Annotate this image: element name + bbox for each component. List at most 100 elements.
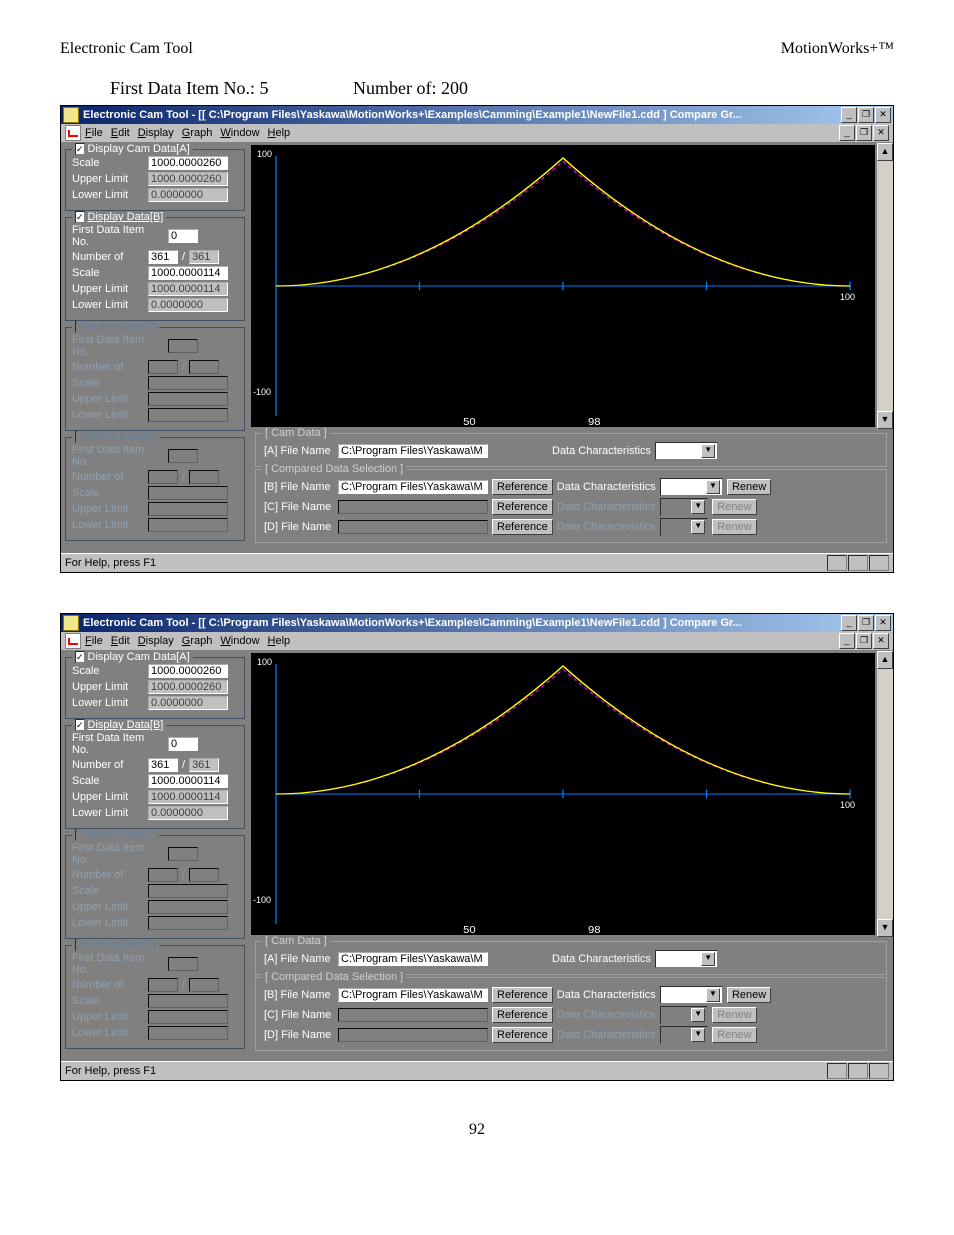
select-dc-a[interactable]: Position▼ xyxy=(655,442,718,460)
mdi-minimize[interactable]: _ xyxy=(839,633,855,649)
figure-caption: First Data Item No.: 5 Number of: 200 xyxy=(110,78,894,99)
label-lower-a: Lower Limit xyxy=(72,189,144,201)
label-d-file: [D] File Name xyxy=(264,521,334,533)
group-display-a: ✓Display Cam Data[A] Scale Upper Limit L… xyxy=(65,657,245,719)
checkbox-c[interactable] xyxy=(75,321,77,333)
doc-header-left: Electronic Cam Tool xyxy=(60,40,193,58)
input-num-b[interactable] xyxy=(148,250,178,264)
select-dc-b[interactable]: Position▼ xyxy=(660,986,723,1004)
checkbox-b[interactable]: ✓ xyxy=(75,719,85,731)
reference-b-button[interactable]: Reference xyxy=(492,479,553,495)
mdi-maximize[interactable]: ❐ xyxy=(856,633,872,649)
group-display-c: Display Data[C] First Data Item No. Numb… xyxy=(65,835,245,939)
input-lower-b xyxy=(148,298,228,312)
menu-graph[interactable]: Graph xyxy=(182,635,213,647)
legend-d: Display Data[D] xyxy=(80,431,156,443)
bottom-panel: [ Cam Data ] [A] File Name Data Characte… xyxy=(249,429,893,553)
input-b-file[interactable] xyxy=(338,988,488,1002)
label-upper-a: Upper Limit xyxy=(72,173,144,185)
menu-window[interactable]: Window xyxy=(220,635,259,647)
menu-edit[interactable]: Edit xyxy=(111,635,130,647)
label-first-b: First Data Item No. xyxy=(72,224,164,248)
input-upper-b xyxy=(148,282,228,296)
menu-help[interactable]: Help xyxy=(268,127,291,139)
close-button[interactable]: ✕ xyxy=(875,615,891,631)
cam-data-legend: [ Cam Data ] xyxy=(262,427,330,439)
reference-b-button[interactable]: Reference xyxy=(492,987,553,1003)
label-dc-b: Data Characteristics xyxy=(557,481,656,493)
group-display-d: Display Data[D] First Data Item No. Numb… xyxy=(65,945,245,1049)
input-a-file[interactable] xyxy=(338,444,488,458)
side-panel: ✓Display Cam Data[A] Scale Upper Limit L… xyxy=(61,651,249,1061)
select-dc-b[interactable]: Position▼ xyxy=(660,478,723,496)
caption-first-data: First Data Item No.: 5 xyxy=(110,78,268,98)
label-first-c: First Data Item No. xyxy=(72,334,164,358)
renew-b-button[interactable]: Renew xyxy=(727,479,771,495)
compared-legend: [ Compared Data Selection ] xyxy=(262,463,406,475)
checkbox-c[interactable] xyxy=(75,829,77,841)
legend-a: Display Cam Data[A] xyxy=(88,143,190,155)
legend-b: Display Data[B] xyxy=(88,211,164,223)
label-c-file: [C] File Name xyxy=(264,501,334,513)
reference-c-button[interactable]: Reference xyxy=(492,1007,553,1023)
menubar: File Edit Display Graph Window Help _ ❐ … xyxy=(61,632,893,651)
scroll-up-button[interactable]: ▲ xyxy=(877,143,893,161)
chart-area: 100 -100 100 50 98 xyxy=(251,145,875,427)
reference-d-button[interactable]: Reference xyxy=(492,1027,553,1043)
scroll-down-button[interactable]: ▼ xyxy=(877,411,893,429)
titlebar[interactable]: Electronic Cam Tool - [[ C:\Program File… xyxy=(61,614,893,632)
select-dc-a[interactable]: Position▼ xyxy=(655,950,718,968)
select-dc-c: ▼ xyxy=(660,498,708,516)
menu-file[interactable]: File xyxy=(85,635,103,647)
vertical-scrollbar[interactable]: ▲ ▼ xyxy=(877,143,893,429)
mdi-close[interactable]: ✕ xyxy=(873,125,889,141)
checkbox-a[interactable]: ✓ xyxy=(75,143,85,155)
input-scale-a[interactable] xyxy=(148,664,228,678)
renew-c-button: Renew xyxy=(712,499,756,515)
close-button[interactable]: ✕ xyxy=(875,107,891,123)
input-num-c xyxy=(148,360,178,374)
input-upper-a xyxy=(148,172,228,186)
mdi-maximize[interactable]: ❐ xyxy=(856,125,872,141)
menu-window[interactable]: Window xyxy=(220,127,259,139)
titlebar[interactable]: Electronic Cam Tool - [[ C:\Program File… xyxy=(61,106,893,124)
checkbox-b[interactable]: ✓ xyxy=(75,211,85,223)
reference-c-button[interactable]: Reference xyxy=(492,499,553,515)
label-upper-c: Upper Limit xyxy=(72,393,144,405)
menu-display[interactable]: Display xyxy=(138,127,174,139)
menu-file[interactable]: File xyxy=(85,127,103,139)
input-scale-a[interactable] xyxy=(148,156,228,170)
scroll-up-button[interactable]: ▲ xyxy=(877,651,893,669)
side-panel: ✓Display Cam Data[A] Scale Upper Limit L… xyxy=(61,143,249,553)
cam-data-group: [ Cam Data ] [A] File Name Data Characte… xyxy=(255,941,887,975)
checkbox-d[interactable] xyxy=(75,939,77,951)
menu-graph[interactable]: Graph xyxy=(182,127,213,139)
label-upper-b: Upper Limit xyxy=(72,283,144,295)
chart-svg: 50 98 xyxy=(251,653,875,935)
document-icon[interactable] xyxy=(65,125,81,141)
menu-help[interactable]: Help xyxy=(268,635,291,647)
document-icon[interactable] xyxy=(65,633,81,649)
maximize-button[interactable]: ❐ xyxy=(858,107,874,123)
scroll-down-button[interactable]: ▼ xyxy=(877,919,893,937)
input-first-b[interactable] xyxy=(168,229,198,243)
checkbox-a[interactable]: ✓ xyxy=(75,651,85,663)
renew-b-button[interactable]: Renew xyxy=(727,987,771,1003)
menu-edit[interactable]: Edit xyxy=(111,127,130,139)
minimize-button[interactable]: _ xyxy=(841,615,857,631)
minimize-button[interactable]: _ xyxy=(841,107,857,123)
label-lower-c: Lower Limit xyxy=(72,409,144,421)
chevron-down-icon: ▼ xyxy=(691,1028,705,1042)
input-b-file[interactable] xyxy=(338,480,488,494)
menu-display[interactable]: Display xyxy=(138,635,174,647)
mdi-minimize[interactable]: _ xyxy=(839,125,855,141)
reference-d-button[interactable]: Reference xyxy=(492,519,553,535)
checkbox-d[interactable] xyxy=(75,431,77,443)
input-a-file[interactable] xyxy=(338,952,488,966)
maximize-button[interactable]: ❐ xyxy=(858,615,874,631)
mdi-close[interactable]: ✕ xyxy=(873,633,889,649)
legend-c: Display Data[C] xyxy=(80,321,156,333)
input-scale-b[interactable] xyxy=(148,266,228,280)
group-display-a: ✓Display Cam Data[A] Scale Upper Limit L… xyxy=(65,149,245,211)
vertical-scrollbar[interactable]: ▲ ▼ xyxy=(877,651,893,937)
